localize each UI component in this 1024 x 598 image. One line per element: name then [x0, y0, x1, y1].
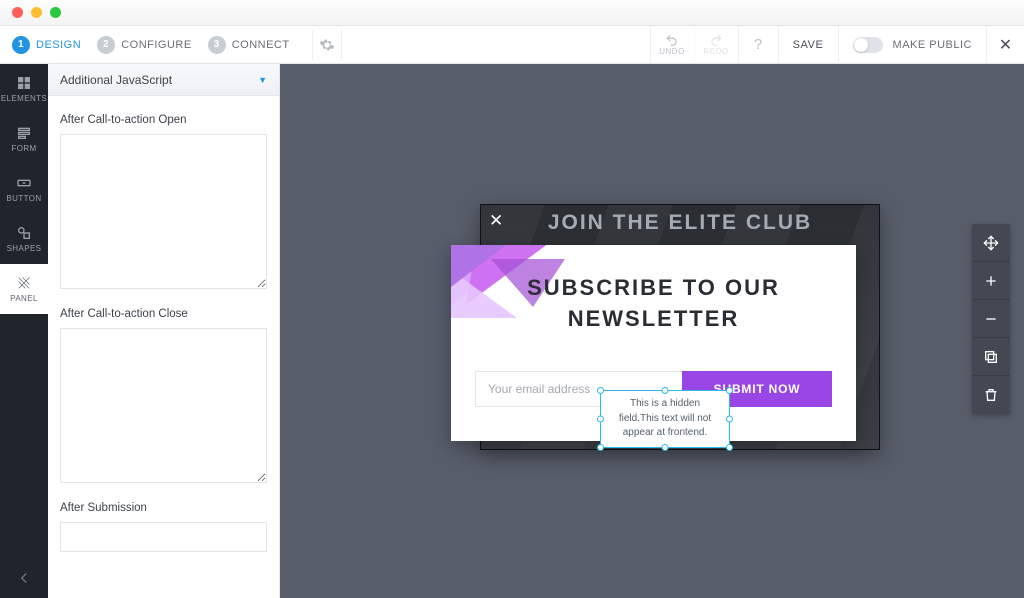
label-after-close: After Call-to-action Close	[60, 308, 267, 320]
resize-handle-n[interactable]	[662, 387, 669, 394]
button-icon	[16, 175, 32, 191]
tool-zoom-in[interactable]	[972, 262, 1010, 300]
window-max-dot[interactable]	[50, 7, 61, 18]
undo-button[interactable]: UNDO	[650, 26, 694, 64]
tool-delete[interactable]	[972, 376, 1010, 414]
band-title: JOIN THE ELITE CLUB	[481, 211, 879, 235]
rail-back[interactable]	[0, 558, 48, 598]
chevron-down-icon: ▼	[258, 75, 267, 85]
arrow-left-icon	[15, 569, 33, 587]
rail-panel[interactable]: PANEL	[0, 264, 48, 314]
redo-button[interactable]: REDO	[694, 26, 738, 64]
canvas-toolbar	[972, 224, 1010, 414]
save-button[interactable]: SAVE	[778, 26, 838, 64]
rail-shapes[interactable]: SHAPES	[0, 214, 48, 264]
gear-icon	[319, 37, 335, 53]
rail-form[interactable]: FORM	[0, 114, 48, 164]
tool-move[interactable]	[972, 224, 1010, 262]
close-button[interactable]: ✕	[986, 26, 1024, 64]
rail-button[interactable]: BUTTON	[0, 164, 48, 214]
close-icon: ✕	[999, 35, 1012, 55]
undo-icon	[665, 33, 679, 47]
shapes-icon	[16, 225, 32, 241]
plus-icon	[983, 273, 999, 289]
app-topbar: 1 DESIGN 2 CONFIGURE 3 CONNECT UNDO REDO…	[0, 26, 1024, 64]
form-icon	[16, 125, 32, 141]
grid-icon	[16, 75, 32, 91]
settings-button[interactable]	[312, 30, 342, 60]
window-close-dot[interactable]	[12, 7, 23, 18]
properties-panel: Additional JavaScript ▼ After Call-to-ac…	[48, 64, 280, 598]
resize-handle-se[interactable]	[726, 444, 733, 451]
window-min-dot[interactable]	[31, 7, 42, 18]
help-icon: ?	[754, 36, 762, 53]
textarea-after-close[interactable]	[60, 328, 267, 483]
panel-section-header[interactable]: Additional JavaScript ▼	[48, 64, 279, 96]
make-public-toggle[interactable]: MAKE PUBLIC	[838, 26, 986, 64]
toggle-switch[interactable]	[853, 37, 883, 53]
textarea-after-submit[interactable]	[60, 522, 267, 552]
minus-icon	[983, 311, 999, 327]
window-titlebar	[0, 0, 1024, 26]
label-after-open: After Call-to-action Open	[60, 114, 267, 126]
tool-zoom-out[interactable]	[972, 300, 1010, 338]
step-design[interactable]: 1 DESIGN	[12, 36, 81, 54]
trash-icon	[983, 387, 999, 403]
design-canvas[interactable]: ✕ JOIN THE ELITE CLUB ⚙ SUBSCRIBE TO OUR…	[280, 64, 1024, 598]
panel-icon	[16, 275, 32, 291]
wizard-steps: 1 DESIGN 2 CONFIGURE 3 CONNECT	[0, 30, 342, 60]
resize-handle-w[interactable]	[597, 415, 604, 422]
resize-handle-sw[interactable]	[597, 444, 604, 451]
resize-handle-ne[interactable]	[726, 387, 733, 394]
step-connect[interactable]: 3 CONNECT	[208, 36, 290, 54]
copy-icon	[983, 349, 999, 365]
side-rail: ELEMENTS FORM BUTTON SHAPES PANEL	[0, 64, 48, 598]
move-icon	[983, 235, 999, 251]
label-after-submit: After Submission	[60, 502, 267, 514]
redo-icon	[709, 33, 723, 47]
resize-handle-nw[interactable]	[597, 387, 604, 394]
selected-hidden-field[interactable]: This is a hidden field.This text will no…	[600, 390, 730, 448]
resize-handle-s[interactable]	[662, 444, 669, 451]
tool-duplicate[interactable]	[972, 338, 1010, 376]
card-heading: SUBSCRIBE TO OUR NEWSLETTER	[451, 273, 856, 335]
resize-handle-e[interactable]	[726, 415, 733, 422]
textarea-after-open[interactable]	[60, 134, 267, 289]
rail-elements[interactable]: ELEMENTS	[0, 64, 48, 114]
step-configure[interactable]: 2 CONFIGURE	[97, 36, 192, 54]
help-button[interactable]: ?	[738, 26, 778, 64]
